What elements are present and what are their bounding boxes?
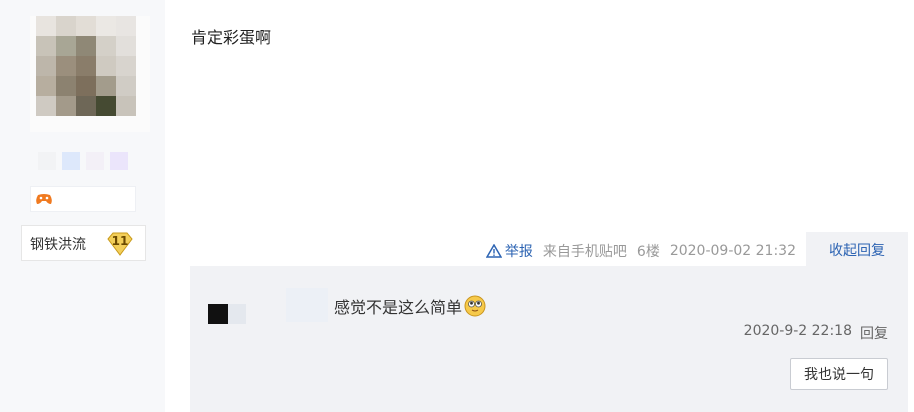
avatar-tile [116,36,136,56]
badge-icon[interactable] [38,152,56,170]
game-controller-icon [36,194,52,204]
post-floor: 6楼 [636,244,660,260]
avatar-tile [76,16,96,36]
avatar-tile [116,96,136,116]
avatar-tile [96,56,116,76]
avatar-tile [36,16,56,36]
post-meta: 举报 来自手机贴吧 6楼 2020-09-02 21:32 [485,241,796,261]
say-something-button[interactable]: 我也说一句 [790,358,888,390]
avatar-tile [36,76,56,96]
avatar-tile [76,56,96,76]
badge-icon[interactable] [62,152,80,170]
reply-meta: 2020-9-2 22:18 回复 [744,323,888,343]
avatar-tile [76,36,96,56]
avatar-tile [56,16,76,36]
level-number: 11 [111,234,129,248]
reply-content: 感觉不是这么简单 [334,294,486,318]
avatar-tile [36,36,56,56]
avatar-tile [56,96,76,116]
level-tag[interactable]: 钢铁洪流 11 [21,225,146,261]
avatar-tile [116,76,136,96]
avatar-tile [76,76,96,96]
reply-text: 感觉不是这么简单 [334,298,463,317]
avatar-tile [36,56,56,76]
post-source[interactable]: 来自手机贴吧 [543,241,627,261]
avatar-tile [56,76,76,96]
avatar-tile [76,96,96,116]
avatar-tile [96,36,116,56]
report-link[interactable]: 举报 [485,241,533,261]
avatar-tile [116,56,136,76]
reply-panel: 感觉不是这么简单 2020-9-2 22:18 回复 我也说一句 [190,266,908,412]
author-sidebar: 钢铁洪流 11 [0,0,165,412]
avatar-tile [96,76,116,96]
game-tag[interactable] [30,186,136,212]
reply-link[interactable]: 回复 [860,323,888,343]
avatar-tile [56,56,76,76]
badge-icon[interactable] [86,152,104,170]
reply-username-blur[interactable] [286,288,328,322]
badge-icon[interactable] [110,152,128,170]
report-label: 举报 [504,244,533,260]
avatar-tile [56,36,76,56]
level-name: 钢铁洪流 [30,237,86,253]
collapse-replies-button[interactable]: 收起回复 [806,232,908,268]
reply-time: 2020-9-2 22:18 [743,323,852,339]
post-content: 肯定彩蛋啊 [191,28,272,47]
avatar[interactable] [36,16,136,116]
avatar-tile [96,96,116,116]
reply-avatar-blur [228,304,246,324]
avatar-tile [116,16,136,36]
avatar-tile [96,16,116,36]
level-badge: 11 [106,231,134,257]
reply-avatar[interactable] [208,304,228,324]
post-time: 2020-09-02 21:32 [669,243,796,259]
badge-row [38,152,128,170]
shy-face-emoji-icon [464,295,486,317]
avatar-tile [36,96,56,116]
warning-icon [485,244,502,258]
